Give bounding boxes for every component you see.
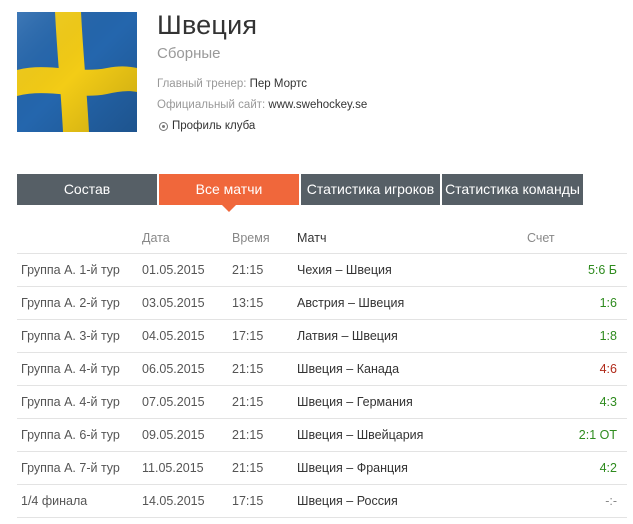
time-cell: 17:15: [232, 319, 297, 353]
website-label: Официальный сайт:: [157, 99, 266, 111]
date-cell: 14.05.2015: [142, 484, 232, 518]
table-row[interactable]: Группа А. 3-й тур 04.05.2015 17:15 Латвия –…: [17, 319, 627, 353]
coach-name: Пер Мортс: [249, 78, 308, 90]
header-time: Время: [232, 222, 297, 254]
score-cell[interactable]: 1:8: [527, 319, 627, 353]
match-cell[interactable]: Швеция – Канада: [297, 352, 527, 386]
table-row[interactable]: Группа А. 4-й тур 07.05.2015 21:15 Швеция –…: [17, 385, 627, 419]
tab-all-matches[interactable]: Все матчи: [159, 174, 299, 212]
table-row[interactable]: Группа А. 7-й тур 11.05.2015 21:15 Швеция –…: [17, 451, 627, 485]
score-cell[interactable]: 1:6: [527, 286, 627, 320]
table-row[interactable]: Группа А. 2-й тур 03.05.2015 13:15 Австрия …: [17, 286, 627, 320]
date-cell: 01.05.2015: [142, 253, 232, 287]
date-cell: 04.05.2015: [142, 319, 232, 353]
tab-roster[interactable]: Состав: [17, 174, 157, 205]
score-cell[interactable]: 4:3: [527, 385, 627, 419]
match-cell[interactable]: Латвия – Швеция: [297, 319, 527, 353]
time-cell: 21:15: [232, 385, 297, 419]
table-row[interactable]: 1/4 финала 14.05.2015 17:15 Швеция – Россия…: [17, 484, 627, 518]
round-cell: Группа А. 3-й тур: [17, 319, 142, 353]
round-cell: Группа А. 6-й тур: [17, 418, 142, 452]
header-match: Матч: [297, 222, 527, 254]
time-cell: 21:15: [232, 451, 297, 485]
score-cell[interactable]: 4:6: [527, 352, 627, 386]
club-profile-link[interactable]: Профиль клуба: [159, 120, 255, 132]
date-cell: 11.05.2015: [142, 451, 232, 485]
info-circle-icon: [159, 121, 168, 131]
match-cell[interactable]: Швеция – Швейцария: [297, 418, 527, 452]
matches-table: Дата Время Матч Счет Группа А. 1-й тур 01…: [17, 222, 627, 518]
website-link[interactable]: www.swehockey.se: [268, 99, 367, 111]
team-category: Сборные: [157, 45, 221, 62]
round-cell: 1/4 финала: [17, 484, 142, 518]
date-cell: 09.05.2015: [142, 418, 232, 452]
header-score: Счет: [527, 222, 627, 254]
score-cell[interactable]: 2:1 ОТ: [527, 418, 627, 452]
time-cell: 17:15: [232, 484, 297, 518]
header-date: Дата: [142, 222, 232, 254]
table-row[interactable]: Группа А. 6-й тур 09.05.2015 21:15 Швеция –…: [17, 418, 627, 452]
time-cell: 21:15: [232, 418, 297, 452]
date-cell: 03.05.2015: [142, 286, 232, 320]
team-tabs: Состав Все матчи Статистика игроков Стат…: [17, 174, 585, 212]
match-cell[interactable]: Чехия – Швеция: [297, 253, 527, 287]
round-cell: Группа А. 2-й тур: [17, 286, 142, 320]
coach-info: Главный тренер: Пер Мортс: [157, 78, 307, 90]
sweden-flag-image: [17, 12, 137, 132]
score-cell[interactable]: -:-: [527, 484, 627, 518]
time-cell: 21:15: [232, 253, 297, 287]
date-cell: 06.05.2015: [142, 352, 232, 386]
score-cell[interactable]: 4:2: [527, 451, 627, 485]
table-row[interactable]: Группа А. 1-й тур 01.05.2015 21:15 Чехия – …: [17, 253, 627, 287]
team-flag: [17, 12, 137, 132]
match-cell[interactable]: Австрия – Швеция: [297, 286, 527, 320]
tab-player-stats[interactable]: Статистика игроков: [301, 174, 440, 205]
date-cell: 07.05.2015: [142, 385, 232, 419]
score-cell[interactable]: 5:6 Б: [527, 253, 627, 287]
club-profile-label: Профиль клуба: [172, 120, 256, 132]
match-cell[interactable]: Швеция – Россия: [297, 484, 527, 518]
table-header-row: Дата Время Матч Счет: [17, 222, 627, 254]
coach-label: Главный тренер:: [157, 78, 247, 90]
round-cell: Группа А. 4-й тур: [17, 352, 142, 386]
table-row[interactable]: Группа А. 4-й тур 06.05.2015 21:15 Швеция –…: [17, 352, 627, 386]
team-name: Швеция: [157, 10, 258, 40]
round-cell: Группа А. 7-й тур: [17, 451, 142, 485]
round-cell: Группа А. 1-й тур: [17, 253, 142, 287]
time-cell: 13:15: [232, 286, 297, 320]
tab-team-stats[interactable]: Статистика команды: [442, 174, 583, 205]
round-cell: Группа А. 4-й тур: [17, 385, 142, 419]
time-cell: 21:15: [232, 352, 297, 386]
header-round: [17, 222, 142, 254]
website-info: Официальный сайт: www.swehockey.se: [157, 99, 367, 111]
match-cell[interactable]: Швеция – Германия: [297, 385, 527, 419]
match-cell[interactable]: Швеция – Франция: [297, 451, 527, 485]
